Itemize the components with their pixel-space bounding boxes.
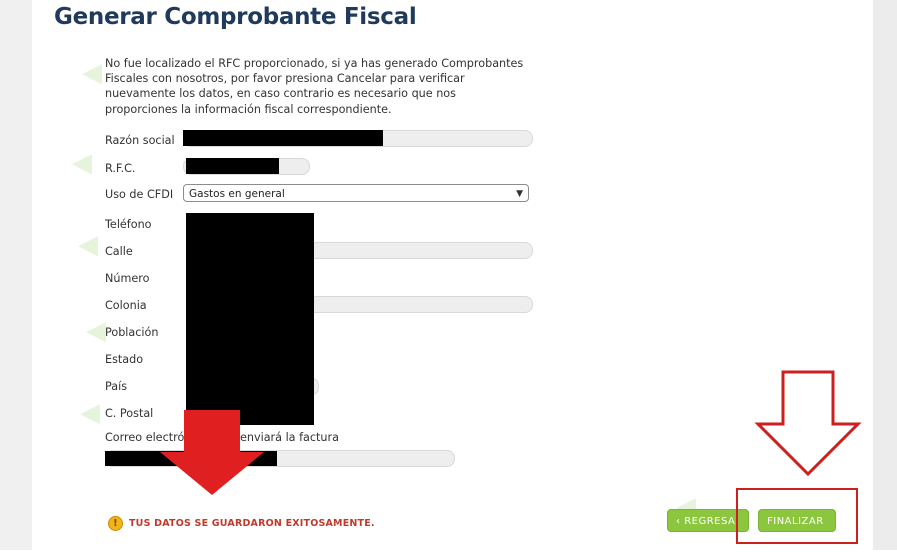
red-arrow-icon: [160, 410, 264, 495]
outline-arrow-icon: [754, 370, 862, 477]
annotation-overlay: [160, 370, 862, 495]
